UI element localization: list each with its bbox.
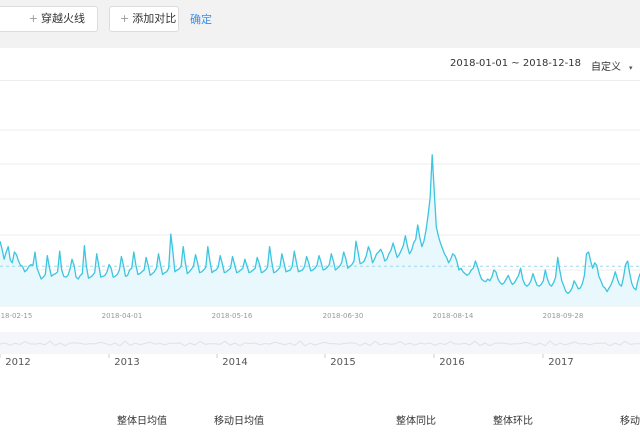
timeline-year-label: 2015 [330, 357, 355, 368]
add-compare-button[interactable]: + 添加对比 [109, 6, 179, 32]
confirm-link[interactable]: 确定 [190, 11, 212, 27]
stats-header-cell: 整体环比 [493, 416, 533, 427]
stats-header-cell: 整体日均值 [117, 416, 167, 427]
x-tick-label: 2018-08-14 [433, 312, 474, 320]
crossfire-keyword-button[interactable]: + 穿越火线 [0, 6, 98, 32]
chart-panel: 2018-01-01 ~ 2018-12-18 自定义▾ 2018-02-152… [0, 48, 640, 445]
stats-header-cell: 移动 [620, 416, 640, 427]
stats-header-cell: 移动日均值 [214, 416, 264, 427]
timeline-year-label: 2016 [439, 357, 464, 368]
x-axis-ticks: 2018-02-15 2018-04-01 2018-05-16 2018-06-30… [0, 312, 583, 320]
timeline-year-label: 2013 [114, 357, 139, 368]
x-tick-label: 2018-02-15 [0, 312, 32, 320]
plus-icon: + [120, 12, 130, 25]
series-area [0, 154, 640, 306]
add-compare-label: 添加对比 [132, 12, 177, 25]
timeline-year-label: 2012 [5, 357, 30, 368]
timeline-scrubber[interactable]: 2012 2013 2014 2015 2016 2017 [0, 332, 640, 368]
crossfire-label: 穿越火线 [41, 12, 85, 25]
timeline-year-label: 2014 [222, 357, 247, 368]
x-tick-label: 2018-09-28 [543, 312, 584, 320]
x-tick-label: 2018-05-16 [212, 312, 253, 320]
stats-header-cell: 整体同比 [396, 416, 436, 427]
timeline-year-label: 2017 [548, 357, 573, 368]
trend-chart: 2018-02-15 2018-04-01 2018-05-16 2018-06-30… [0, 129, 640, 368]
toolbar: + 穿越火线 + 添加对比 确定 [0, 0, 640, 48]
x-tick-label: 2018-06-30 [323, 312, 364, 320]
x-tick-label: 2018-04-01 [102, 312, 143, 320]
plus-icon: + [28, 12, 38, 25]
